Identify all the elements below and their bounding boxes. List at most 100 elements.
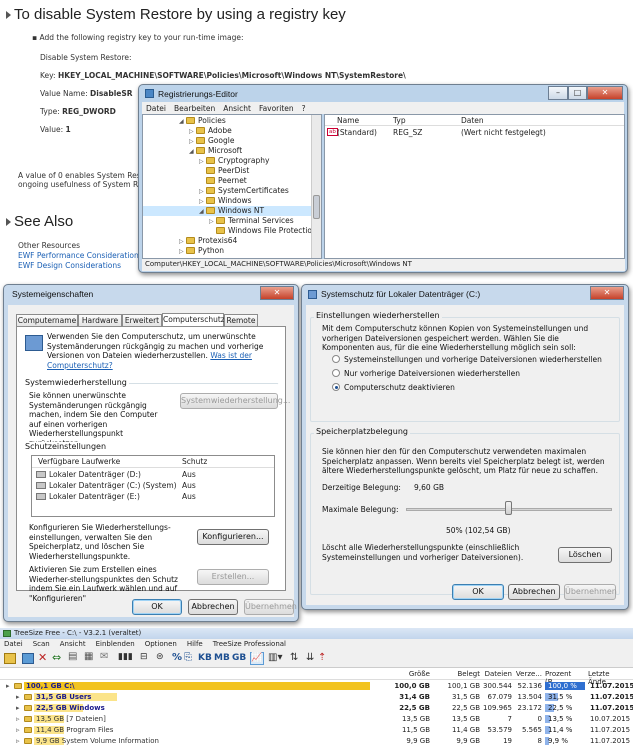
apply-button[interactable]: Übernehmen (244, 599, 297, 615)
radio-button[interactable] (332, 383, 340, 391)
files-icon[interactable]: ⎘ (184, 652, 192, 663)
close-button[interactable]: ✕ (590, 286, 624, 300)
col-drives[interactable]: Verfügbare Laufwerke (38, 457, 120, 466)
tree-node[interactable]: ▷ Google (143, 136, 321, 146)
tree-node[interactable]: ◢ Windows NT (143, 206, 321, 216)
menu-help[interactable]: ? (302, 104, 306, 113)
expand-icon[interactable]: ▹ (16, 725, 20, 735)
refresh-icon[interactable] (22, 653, 34, 664)
drive-icon[interactable]: ⊟ (140, 652, 148, 662)
drives-list[interactable]: Verfügbare Laufwerke Schutz Lokaler Date… (31, 455, 275, 517)
expand-icon[interactable]: ▸ (6, 681, 10, 691)
percent-icon[interactable]: % (172, 652, 182, 663)
col-files[interactable]: Dateien (482, 670, 512, 678)
print-icon[interactable]: ▤ (68, 651, 77, 662)
radio-button[interactable] (332, 369, 340, 377)
save-icon[interactable]: ▦ (84, 651, 93, 662)
menu-ansicht[interactable]: Ansicht (223, 104, 251, 113)
tree-row[interactable]: ▹ 13,5 GB [7 Dateien] 13,5 GB 13,5 GB 7 0 13,5… (0, 714, 633, 724)
tree-node[interactable]: ▷ SystemCertificates (143, 186, 321, 196)
tab-computername[interactable]: Computername (16, 314, 78, 326)
stop-icon[interactable]: ✕ (38, 651, 47, 664)
cancel-button[interactable]: Abbrechen (188, 599, 238, 615)
unit-mb[interactable]: MB (214, 653, 230, 663)
restore-option[interactable]: Nur vorherige Dateiversionen wiederherst… (332, 369, 612, 383)
tab-hardware[interactable]: Hardware (78, 314, 122, 326)
collapse-icon[interactable] (6, 218, 11, 227)
menu-bearbeiten[interactable]: Bearbeiten (174, 104, 215, 113)
drive-row[interactable]: Lokaler Datenträger (C:) (System) Aus (32, 481, 274, 491)
tree-node[interactable]: ▷ Protexis64 (143, 236, 321, 246)
close-button[interactable]: ✕ (587, 86, 623, 100)
menu-optionen[interactable]: Optionen (145, 640, 177, 649)
col-size[interactable]: Größe (380, 670, 430, 678)
col-name[interactable]: Name (337, 116, 359, 125)
cancel-button[interactable]: Abbrechen (508, 584, 560, 600)
tree-node[interactable]: ▷ Terminal Services (143, 216, 321, 226)
bars-icon[interactable]: ▮▮▮ (118, 652, 133, 662)
expand-icon[interactable]: ▹ (16, 736, 20, 746)
minimize-button[interactable]: – (548, 86, 568, 100)
tree-node[interactable]: PeerDist (143, 166, 321, 176)
tree-node[interactable]: ◢ Microsoft (143, 146, 321, 156)
expand-icon[interactable]: ▸ (16, 703, 20, 713)
drive-row[interactable]: Lokaler Datenträger (D:) Aus (32, 470, 274, 480)
col-type[interactable]: Typ (393, 116, 406, 125)
radio-button[interactable] (332, 355, 340, 363)
col-allocated[interactable]: Belegt (432, 670, 480, 678)
collapse-icon[interactable] (6, 11, 11, 20)
tab-remote[interactable]: Remote (224, 314, 258, 326)
expand-icon[interactable]: ▸ (16, 692, 20, 702)
expand-icon[interactable]: ◢ (189, 147, 196, 157)
configure-button[interactable]: Konfigurieren... (197, 529, 269, 545)
unit-gb[interactable]: GB (232, 653, 246, 663)
tree-row[interactable]: ▹ 11,4 GB Program Files 11,5 GB 11,4 GB 53.5… (0, 725, 633, 735)
menu-datei[interactable]: Datei (4, 640, 23, 649)
col-protection[interactable]: Schutz (182, 457, 207, 466)
registry-tree[interactable]: ◢ Policies ▷ Adobe ▷ Google ◢ Microsoft ▷ Cryptog… (142, 114, 322, 259)
system-restore-button[interactable]: Systemwiederherstellung... (180, 393, 290, 409)
close-button[interactable]: ✕ (260, 286, 294, 300)
tree-row[interactable]: ▸ 31,5 GB Users 31,4 GB 31,5 GB 67.079 13.504… (0, 692, 633, 702)
ok-button[interactable]: OK (132, 599, 182, 615)
menu-scan[interactable]: Scan (33, 640, 50, 649)
tree-node[interactable]: ▷ Python (143, 246, 321, 256)
tree-row[interactable]: ▸ 22,5 GB Windows 22,5 GB 22,5 GB 109.965 23.… (0, 703, 633, 713)
usage-slider-thumb[interactable] (505, 501, 512, 515)
tab-erweitert[interactable]: Erweitert (122, 314, 162, 326)
menu-ansicht[interactable]: Ansicht (60, 640, 86, 649)
chart-icon[interactable]: 📈 (250, 652, 264, 665)
filter-icon[interactable]: ⇡ (318, 652, 326, 663)
tree-node[interactable]: ▷ Cryptography (143, 156, 321, 166)
menu-treesize-pro[interactable]: TreeSize Professional (213, 640, 286, 649)
link-ewf-performance[interactable]: EWF Performance Considerations (18, 251, 143, 260)
expand-icon[interactable]: ◢ (179, 117, 186, 127)
value-row[interactable]: ab (Standard) REG_SZ (Wert nicht festgel… (325, 128, 624, 138)
delete-button[interactable]: Löschen (558, 547, 612, 563)
expand-icon[interactable]: ◢ (199, 207, 206, 217)
sort-desc-icon[interactable]: ⇊ (306, 652, 314, 663)
columns-icon[interactable]: ▥▾ (268, 652, 282, 663)
menu-datei[interactable]: Datei (146, 104, 166, 113)
expand-icon[interactable]: ▹ (16, 714, 20, 724)
scroll-thumb[interactable] (313, 195, 320, 219)
maximize-button[interactable]: □ (568, 86, 587, 100)
menu-hilfe[interactable]: Hilfe (187, 640, 203, 649)
mail-icon[interactable]: ✉ (100, 651, 108, 662)
restore-option[interactable]: Computerschutz deaktivieren (332, 383, 612, 397)
link-ewf-design[interactable]: EWF Design Considerations (18, 261, 121, 270)
tree-node[interactable]: ◢ Policies (143, 116, 321, 126)
tree-node[interactable]: Peernet (143, 176, 321, 186)
col-dirs[interactable]: Verze... (514, 670, 542, 678)
expand-icon[interactable]: ▷ (179, 247, 186, 257)
ok-button[interactable]: OK (452, 584, 504, 600)
tree-scrollbar[interactable] (311, 115, 321, 258)
values-list[interactable]: Name Typ Daten ab (Standard) REG_SZ (Wer… (324, 114, 625, 259)
drive-row[interactable]: Lokaler Datenträger (E:) Aus (32, 492, 274, 502)
disk-icon[interactable]: ⊜ (156, 652, 164, 662)
tab-computerschutz[interactable]: Computerschutz (162, 313, 225, 326)
tree-row[interactable]: ▹ 9,9 GB System Volume Information 9,9 GB 9… (0, 736, 633, 746)
unit-kb[interactable]: KB (198, 653, 212, 663)
restore-option[interactable]: Systemeinstellungen und vorherige Dateiv… (332, 355, 612, 369)
tree-node[interactable]: Windows File Protection (143, 226, 321, 236)
